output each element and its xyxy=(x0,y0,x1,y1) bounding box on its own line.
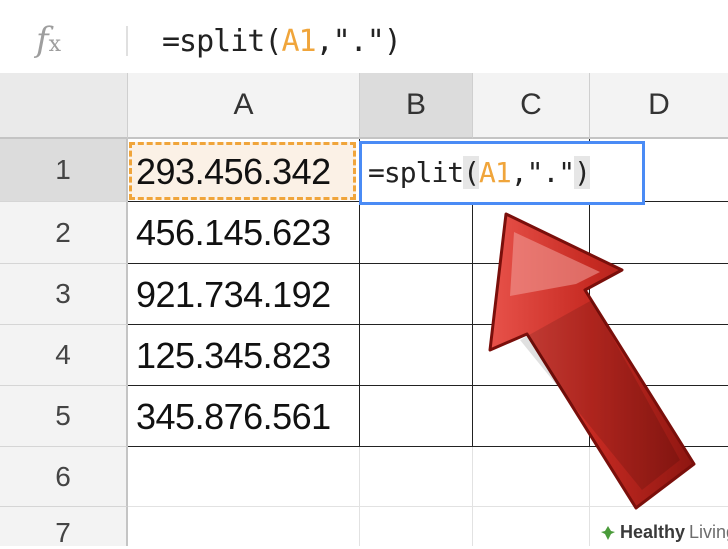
leaf-icon xyxy=(600,525,616,541)
red-arrow-icon xyxy=(488,212,696,510)
watermark-light: Living xyxy=(689,522,728,542)
watermark-bold: Healthy xyxy=(620,522,686,542)
watermark-logo: HealthyLiving xyxy=(596,519,728,546)
